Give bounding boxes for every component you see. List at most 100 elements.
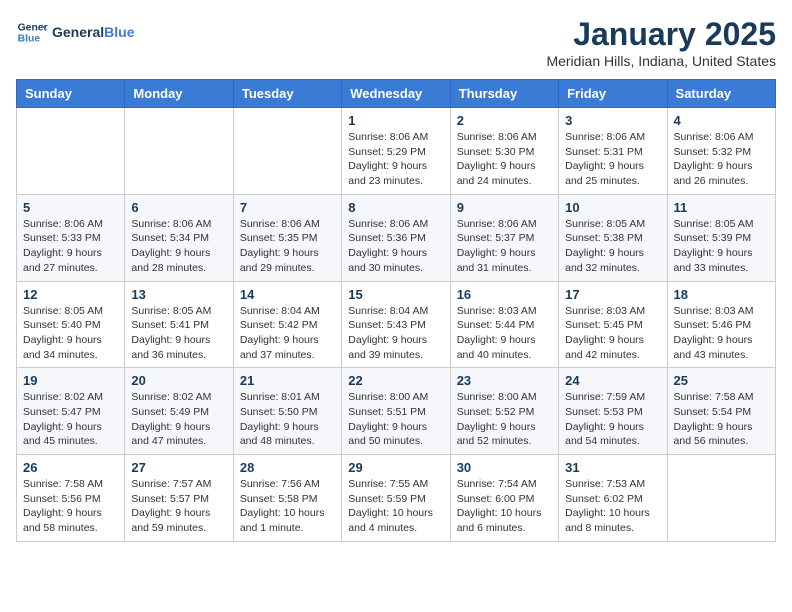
calendar-cell: 5 Sunrise: 8:06 AM Sunset: 5:33 PM Daylig… [17, 194, 125, 281]
calendar-cell: 11Sunrise: 8:05 AM Sunset: 5:39 PM Dayli… [667, 194, 775, 281]
calendar-cell: 14 Sunrise: 8:04 AM Sunset: 5:42 PM Dayli… [233, 281, 341, 368]
day-info: Sunrise: 7:59 AM Sunset: 5:53 PM Dayligh… [565, 390, 660, 449]
calendar-cell: 6 Sunrise: 8:06 AM Sunset: 5:34 PM Daylig… [125, 194, 233, 281]
day-info: Sunrise: 8:00 AM Sunset: 5:51 PM Dayligh… [348, 390, 443, 449]
day-info: Sunrise: 7:58 AM Sunset: 5:54 PM Dayligh… [674, 390, 769, 449]
calendar-cell [233, 108, 341, 195]
day-info: Sunrise: 8:06 AM Sunset: 5:30 PM Dayligh… [457, 130, 552, 189]
day-number: 17 [565, 287, 660, 302]
calendar-week-row: 19 Sunrise: 8:02 AM Sunset: 5:47 PM Dayli… [17, 368, 776, 455]
day-number: 20 [131, 373, 226, 388]
day-info: Sunrise: 7:55 AM Sunset: 5:59 PM Dayligh… [348, 477, 443, 536]
day-info: Sunrise: 8:06 AM Sunset: 5:34 PM Dayligh… [131, 217, 226, 276]
calendar-week-row: 12 Sunrise: 8:05 AM Sunset: 5:40 PM Dayli… [17, 281, 776, 368]
page-header: General Blue GeneralBlue January 2025 Me… [16, 16, 776, 69]
day-header-tuesday: Tuesday [233, 80, 341, 108]
day-info: Sunrise: 7:58 AM Sunset: 5:56 PM Dayligh… [23, 477, 118, 536]
day-info: Sunrise: 8:01 AM Sunset: 5:50 PM Dayligh… [240, 390, 335, 449]
calendar-cell: 23Sunrise: 8:00 AM Sunset: 5:52 PM Dayli… [450, 368, 558, 455]
day-number: 14 [240, 287, 335, 302]
calendar-cell: 3Sunrise: 8:06 AM Sunset: 5:31 PM Daylig… [559, 108, 667, 195]
day-header-wednesday: Wednesday [342, 80, 450, 108]
calendar-cell: 30 Sunrise: 7:54 AM Sunset: 6:00 PM Dayli… [450, 455, 558, 542]
day-info: Sunrise: 8:03 AM Sunset: 5:45 PM Dayligh… [565, 304, 660, 363]
day-number: 16 [457, 287, 552, 302]
calendar-cell: 29 Sunrise: 7:55 AM Sunset: 5:59 PM Dayli… [342, 455, 450, 542]
day-info: Sunrise: 8:04 AM Sunset: 5:42 PM Dayligh… [240, 304, 335, 363]
day-number: 15 [348, 287, 443, 302]
day-number: 19 [23, 373, 118, 388]
day-number: 27 [131, 460, 226, 475]
day-header-saturday: Saturday [667, 80, 775, 108]
calendar-cell: 21 Sunrise: 8:01 AM Sunset: 5:50 PM Dayli… [233, 368, 341, 455]
calendar-cell: 20 Sunrise: 8:02 AM Sunset: 5:49 PM Dayli… [125, 368, 233, 455]
calendar-cell: 7Sunrise: 8:06 AM Sunset: 5:35 PM Daylig… [233, 194, 341, 281]
day-number: 22 [348, 373, 443, 388]
svg-text:Blue: Blue [18, 34, 41, 45]
day-info: Sunrise: 8:06 AM Sunset: 5:29 PM Dayligh… [348, 130, 443, 189]
calendar-header-row: SundayMondayTuesdayWednesdayThursdayFrid… [17, 80, 776, 108]
day-info: Sunrise: 7:57 AM Sunset: 5:57 PM Dayligh… [131, 477, 226, 536]
day-info: Sunrise: 8:05 AM Sunset: 5:40 PM Dayligh… [23, 304, 118, 363]
calendar-cell: 31Sunrise: 7:53 AM Sunset: 6:02 PM Dayli… [559, 455, 667, 542]
day-info: Sunrise: 7:56 AM Sunset: 5:58 PM Dayligh… [240, 477, 335, 536]
day-number: 11 [674, 200, 769, 215]
calendar-cell: 27 Sunrise: 7:57 AM Sunset: 5:57 PM Dayli… [125, 455, 233, 542]
calendar-cell: 19 Sunrise: 8:02 AM Sunset: 5:47 PM Dayli… [17, 368, 125, 455]
day-header-monday: Monday [125, 80, 233, 108]
day-info: Sunrise: 7:54 AM Sunset: 6:00 PM Dayligh… [457, 477, 552, 536]
logo: General Blue GeneralBlue [16, 16, 134, 48]
day-number: 9 [457, 200, 552, 215]
day-info: Sunrise: 8:06 AM Sunset: 5:35 PM Dayligh… [240, 217, 335, 276]
calendar-cell: 18 Sunrise: 8:03 AM Sunset: 5:46 PM Dayli… [667, 281, 775, 368]
month-title: January 2025 [546, 16, 776, 53]
day-number: 25 [674, 373, 769, 388]
calendar-cell [17, 108, 125, 195]
day-info: Sunrise: 8:00 AM Sunset: 5:52 PM Dayligh… [457, 390, 552, 449]
day-number: 10 [565, 200, 660, 215]
day-number: 1 [348, 113, 443, 128]
location-subtitle: Meridian Hills, Indiana, United States [546, 53, 776, 69]
calendar-cell [667, 455, 775, 542]
day-number: 13 [131, 287, 226, 302]
day-number: 30 [457, 460, 552, 475]
day-number: 21 [240, 373, 335, 388]
calendar-cell: 13 Sunrise: 8:05 AM Sunset: 5:41 PM Dayli… [125, 281, 233, 368]
day-number: 4 [674, 113, 769, 128]
calendar-cell [125, 108, 233, 195]
day-info: Sunrise: 8:06 AM Sunset: 5:33 PM Dayligh… [23, 217, 118, 276]
calendar-cell: 2 Sunrise: 8:06 AM Sunset: 5:30 PM Daylig… [450, 108, 558, 195]
day-info: Sunrise: 8:03 AM Sunset: 5:46 PM Dayligh… [674, 304, 769, 363]
calendar-cell: 24 Sunrise: 7:59 AM Sunset: 5:53 PM Dayli… [559, 368, 667, 455]
day-info: Sunrise: 8:06 AM Sunset: 5:32 PM Dayligh… [674, 130, 769, 189]
calendar-week-row: 26Sunrise: 7:58 AM Sunset: 5:56 PM Dayli… [17, 455, 776, 542]
logo-icon: General Blue [16, 16, 48, 48]
day-info: Sunrise: 8:02 AM Sunset: 5:49 PM Dayligh… [131, 390, 226, 449]
day-number: 31 [565, 460, 660, 475]
day-number: 5 [23, 200, 118, 215]
calendar-cell: 12 Sunrise: 8:05 AM Sunset: 5:40 PM Dayli… [17, 281, 125, 368]
day-number: 18 [674, 287, 769, 302]
day-number: 12 [23, 287, 118, 302]
day-info: Sunrise: 8:02 AM Sunset: 5:47 PM Dayligh… [23, 390, 118, 449]
calendar-cell: 9Sunrise: 8:06 AM Sunset: 5:37 PM Daylig… [450, 194, 558, 281]
calendar-cell: 4 Sunrise: 8:06 AM Sunset: 5:32 PM Daylig… [667, 108, 775, 195]
calendar-week-row: 5 Sunrise: 8:06 AM Sunset: 5:33 PM Daylig… [17, 194, 776, 281]
day-info: Sunrise: 8:05 AM Sunset: 5:38 PM Dayligh… [565, 217, 660, 276]
title-block: January 2025 Meridian Hills, Indiana, Un… [546, 16, 776, 69]
calendar-cell: 16Sunrise: 8:03 AM Sunset: 5:44 PM Dayli… [450, 281, 558, 368]
day-info: Sunrise: 8:06 AM Sunset: 5:36 PM Dayligh… [348, 217, 443, 276]
day-info: Sunrise: 8:04 AM Sunset: 5:43 PM Dayligh… [348, 304, 443, 363]
calendar-week-row: 1 Sunrise: 8:06 AM Sunset: 5:29 PM Daylig… [17, 108, 776, 195]
day-number: 29 [348, 460, 443, 475]
calendar-table: SundayMondayTuesdayWednesdayThursdayFrid… [16, 79, 776, 542]
day-number: 2 [457, 113, 552, 128]
day-header-sunday: Sunday [17, 80, 125, 108]
calendar-cell: 15 Sunrise: 8:04 AM Sunset: 5:43 PM Dayli… [342, 281, 450, 368]
day-info: Sunrise: 8:05 AM Sunset: 5:41 PM Dayligh… [131, 304, 226, 363]
calendar-cell: 26Sunrise: 7:58 AM Sunset: 5:56 PM Dayli… [17, 455, 125, 542]
day-number: 24 [565, 373, 660, 388]
day-number: 6 [131, 200, 226, 215]
calendar-cell: 17 Sunrise: 8:03 AM Sunset: 5:45 PM Dayli… [559, 281, 667, 368]
day-number: 28 [240, 460, 335, 475]
